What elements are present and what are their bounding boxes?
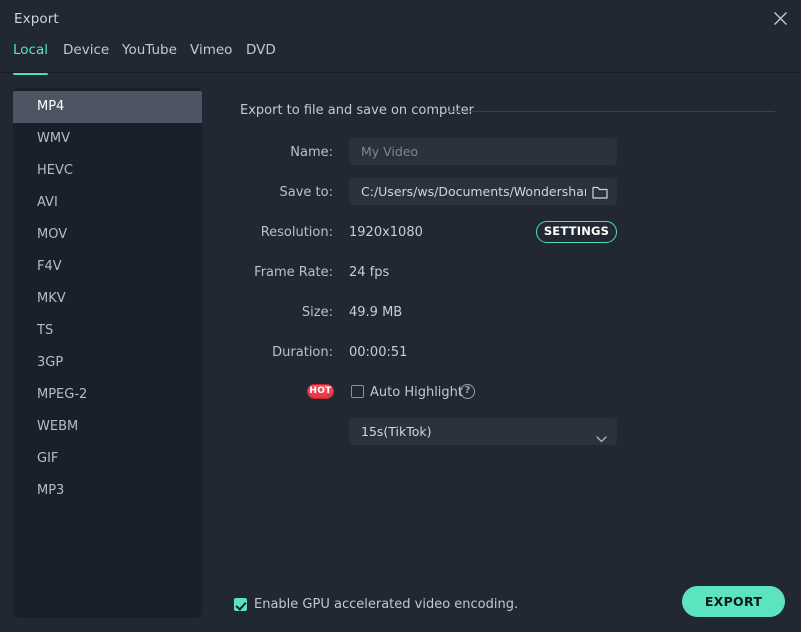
resolution-value: 1920x1080 [349, 225, 423, 240]
tab-dvd[interactable]: DVD [246, 42, 276, 70]
format-item-gif[interactable]: GIF [13, 443, 202, 475]
tab-local-label: Local [13, 42, 48, 58]
settings-button[interactable]: SETTINGS [536, 221, 617, 243]
question-mark-glyph: ? [464, 385, 471, 396]
auto-highlight-checkbox[interactable] [351, 385, 364, 398]
name-input[interactable]: My Video [349, 138, 617, 165]
section-divider [448, 111, 775, 112]
chevron-down-icon [596, 428, 607, 447]
export-button[interactable]: EXPORT [682, 586, 785, 617]
tab-dvd-label: DVD [246, 42, 276, 58]
duration-value: 00:00:51 [349, 345, 408, 360]
tab-bar: Local Device YouTube Vimeo DVD [0, 42, 801, 75]
folder-icon[interactable] [592, 184, 608, 199]
title-bar: Export [0, 0, 801, 38]
tab-youtube[interactable]: YouTube [122, 42, 177, 70]
format-item-mp4[interactable]: MP4 [13, 91, 202, 123]
section-title: Export to file and save on computer [240, 103, 474, 118]
frame-rate-value: 24 fps [349, 265, 390, 280]
close-button[interactable] [765, 4, 797, 34]
gpu-label: Enable GPU accelerated video encoding. [254, 597, 519, 612]
export-button-label: EXPORT [704, 594, 763, 609]
save-to-input-value: C:/Users/ws/Documents/Wondershare/W [361, 184, 586, 199]
resolution-label: Resolution: [260, 225, 333, 240]
tab-vimeo-label: Vimeo [190, 42, 233, 58]
settings-button-label: SETTINGS [543, 224, 610, 238]
format-item-webm[interactable]: WEBM [13, 411, 202, 443]
tab-vimeo[interactable]: Vimeo [190, 42, 232, 70]
tab-device[interactable]: Device [63, 42, 109, 70]
window-title: Export [14, 11, 59, 27]
name-label: Name: [290, 145, 333, 160]
tab-local[interactable]: Local [13, 42, 48, 75]
hot-badge: HOT [307, 384, 334, 399]
save-to-label: Save to: [279, 185, 333, 200]
format-item-mp3[interactable]: MP3 [13, 475, 202, 507]
highlight-duration-select[interactable]: 15s(TikTok) [349, 418, 617, 445]
tab-bar-divider [0, 72, 801, 73]
tab-device-label: Device [63, 42, 110, 58]
size-value: 49.9 MB [349, 305, 403, 320]
highlight-duration-value: 15s(TikTok) [361, 424, 432, 439]
export-dialog: Export Local Device YouTube Vimeo DVD MP… [0, 0, 801, 632]
question-mark-icon[interactable]: ? [460, 384, 475, 399]
format-item-mpeg2[interactable]: MPEG-2 [13, 379, 202, 411]
frame-rate-label: Frame Rate: [254, 265, 333, 280]
name-input-placeholder: My Video [361, 144, 419, 159]
save-to-input[interactable]: C:/Users/ws/Documents/Wondershare/W [349, 178, 617, 205]
auto-highlight-label: Auto Highlight [370, 385, 464, 400]
hot-badge-label: HOT [309, 386, 332, 396]
size-label: Size: [301, 305, 333, 320]
duration-label: Duration: [272, 345, 333, 360]
tab-youtube-label: YouTube [122, 42, 177, 58]
gpu-checkbox[interactable] [234, 598, 247, 611]
